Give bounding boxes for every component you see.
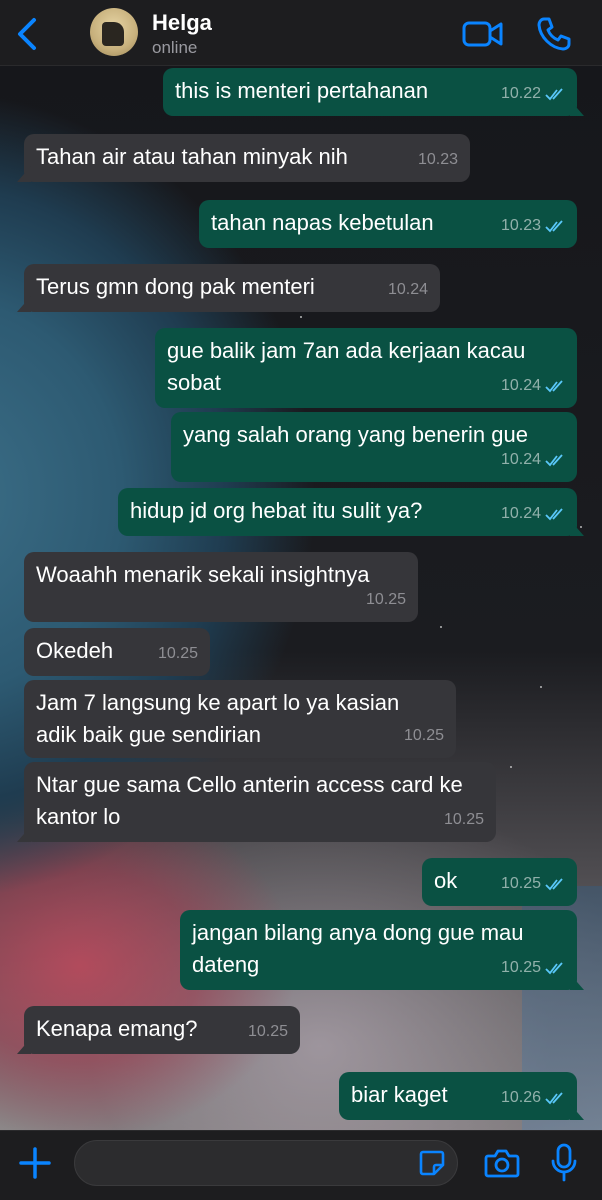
message-meta: 10.25 [444, 804, 484, 836]
video-call-icon[interactable] [462, 18, 504, 50]
message-meta: 10.23 [501, 210, 567, 242]
message-meta: 10.25 [248, 1016, 288, 1048]
message-meta: 10.24 [501, 498, 567, 530]
message-time: 10.25 [500, 875, 541, 892]
message-text: Woaahh menarik sekali insightnya [36, 562, 370, 587]
contact-name[interactable]: Helga [152, 10, 212, 36]
message-bubble-incoming[interactable]: Okedeh 10.25 [24, 628, 210, 676]
message-time: 10.24 [500, 451, 541, 468]
message-bubble-incoming[interactable]: Terus gmn dong pak menteri 10.24 [17, 264, 440, 312]
message-time: 10.25 [365, 591, 406, 608]
message-bubble-outgoing[interactable]: ok 10.25 [422, 858, 577, 906]
message-text: Terus gmn dong pak menteri [36, 274, 315, 299]
message-bubble-outgoing[interactable]: this is menteri pertahanan 10.22 [163, 68, 584, 116]
message-time: 10.25 [157, 645, 198, 662]
read-ticks-icon [545, 220, 563, 233]
message-text: Jam 7 langsung ke apart lo ya kasian adi… [36, 690, 406, 747]
camera-icon[interactable] [484, 1147, 520, 1179]
message-time: 10.23 [500, 217, 541, 234]
contact-avatar[interactable] [90, 8, 138, 56]
message-meta: 10.24 [388, 274, 428, 306]
avatar-figure [102, 22, 124, 46]
message-time: 10.24 [500, 377, 541, 394]
message-text: hidup jd org hebat itu sulit ya? [130, 498, 423, 523]
microphone-icon[interactable] [550, 1143, 578, 1183]
message-time: 10.25 [443, 811, 484, 828]
message-bubble-outgoing[interactable]: hidup jd org hebat itu sulit ya? 10.24 [118, 488, 584, 536]
sticker-icon[interactable] [418, 1149, 446, 1177]
message-bubble-outgoing[interactable]: yang salah orang yang benerin gue 10.24 [171, 412, 577, 482]
phone-call-icon[interactable] [536, 16, 572, 52]
plus-icon[interactable] [18, 1146, 52, 1180]
message-meta: 10.25 [501, 868, 567, 900]
message-time: 10.25 [403, 727, 444, 744]
wallpaper-star [440, 626, 442, 628]
message-bubble-outgoing[interactable]: gue balik jam 7an ada kerjaan kacau soba… [155, 328, 577, 408]
message-meta: 10.24 [501, 444, 567, 476]
read-ticks-icon [545, 380, 563, 393]
read-ticks-icon [545, 508, 563, 521]
chat-header: Helga online [0, 0, 602, 66]
message-time: 10.26 [500, 1089, 541, 1106]
wallpaper-star [300, 316, 302, 318]
message-bubble-incoming[interactable]: Jam 7 langsung ke apart lo ya kasian adi… [24, 680, 456, 758]
message-time: 10.24 [387, 281, 428, 298]
message-meta: 10.23 [418, 144, 458, 176]
message-meta: 10.22 [501, 78, 567, 110]
read-ticks-icon [545, 1092, 563, 1105]
read-ticks-icon [545, 88, 563, 101]
wallpaper-star [540, 686, 542, 688]
message-meta: 10.25 [366, 584, 406, 616]
message-input[interactable] [74, 1140, 458, 1186]
message-time: 10.23 [417, 151, 458, 168]
wallpaper-star [510, 766, 512, 768]
message-bubble-incoming[interactable]: Tahan air atau tahan minyak nih 10.23 [17, 134, 470, 182]
message-bubble-incoming[interactable]: Woaahh menarik sekali insightnya 10.25 [24, 552, 418, 622]
message-meta: 10.25 [158, 638, 198, 670]
message-bubble-incoming[interactable]: Ntar gue sama Cello anterin access card … [17, 762, 496, 842]
message-time: 10.24 [500, 505, 541, 522]
composer-bar [0, 1130, 602, 1200]
message-time: 10.22 [500, 85, 541, 102]
read-ticks-icon [545, 962, 563, 975]
message-bubble-outgoing[interactable]: tahan napas kebetulan 10.23 [199, 200, 577, 248]
message-bubble-outgoing[interactable]: jangan bilang anya dong gue mau dateng 1… [180, 910, 584, 990]
message-meta: 10.26 [501, 1082, 567, 1114]
back-chevron-icon[interactable] [14, 16, 42, 52]
message-bubble-incoming[interactable]: Kenapa emang? 10.25 [17, 1006, 300, 1054]
message-text: Ntar gue sama Cello anterin access card … [36, 772, 469, 829]
message-time: 10.25 [500, 959, 541, 976]
message-meta: 10.25 [501, 952, 567, 984]
message-time: 10.25 [247, 1023, 288, 1040]
message-meta: 10.24 [501, 370, 567, 402]
wallpaper-star [580, 526, 582, 528]
message-meta: 10.25 [404, 720, 444, 752]
message-text: Tahan air atau tahan minyak nih [36, 144, 348, 169]
contact-status: online [152, 38, 198, 57]
read-ticks-icon [545, 878, 563, 891]
read-ticks-icon [545, 454, 563, 467]
message-bubble-outgoing[interactable]: biar kaget 10.26 [339, 1072, 584, 1120]
